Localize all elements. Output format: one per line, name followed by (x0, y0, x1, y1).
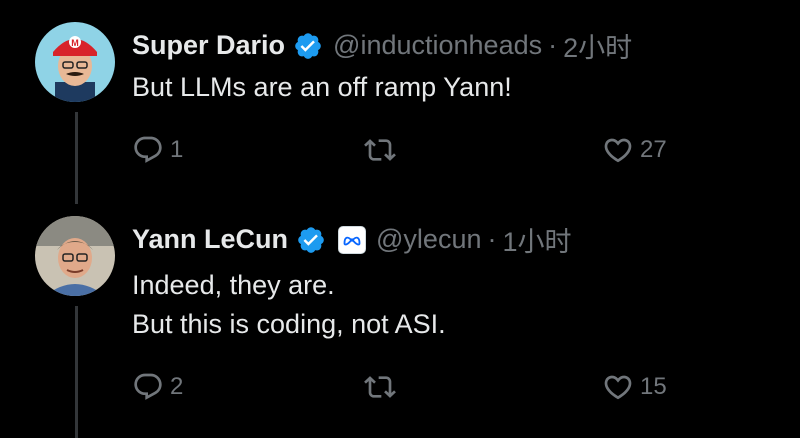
retweet-icon (364, 139, 396, 161)
display-name[interactable]: Yann LeCun (132, 224, 288, 255)
reply-count: 2 (170, 373, 184, 400)
meta-logo-icon[interactable] (338, 225, 367, 254)
like-button[interactable]: 15 (602, 371, 667, 403)
thread-line-1 (75, 112, 78, 204)
avatar[interactable] (35, 216, 115, 296)
user-handle[interactable]: @ylecun (376, 224, 481, 255)
yann-avatar-image (35, 216, 115, 296)
heart-icon (604, 138, 632, 163)
reply-icon (134, 373, 162, 400)
tweet-actions: 1 27 (132, 134, 692, 174)
tweet-text-line-2: But this is coding, not ASI. (132, 309, 446, 339)
retweet-icon (364, 376, 396, 398)
thread-line-2 (75, 306, 78, 438)
tweet-actions: 2 15 (132, 371, 692, 411)
retweet-button[interactable] (364, 134, 402, 166)
tweet-text: But LLMs are an off ramp Yann! (132, 68, 512, 107)
verified-badge-icon[interactable] (296, 225, 326, 255)
separator-dot: · (548, 30, 558, 60)
display-name[interactable]: Super Dario (132, 30, 285, 61)
tweet-text: Indeed, they are. But this is coding, no… (132, 266, 446, 344)
tweet-header: Yann LeCun @ylecun · 1小时 (132, 220, 572, 259)
reply-icon (134, 136, 162, 163)
heart-icon (604, 375, 632, 400)
verified-badge-icon[interactable] (293, 31, 323, 61)
like-count: 27 (640, 136, 667, 163)
like-count: 15 (640, 373, 667, 400)
like-button[interactable]: 27 (602, 134, 667, 166)
timestamp[interactable]: 1小时 (502, 220, 571, 259)
user-handle[interactable]: @inductionheads (333, 30, 542, 61)
reply-button[interactable]: 2 (132, 371, 183, 403)
tweet-text-line-1: Indeed, they are. (132, 270, 335, 300)
svg-text:M: M (71, 38, 79, 48)
mario-hat-avatar-image: M (35, 22, 115, 102)
tweet-header: Super Dario @inductionheads · 2小时 (132, 26, 632, 65)
reply-button[interactable]: 1 (132, 134, 183, 166)
timestamp[interactable]: 2小时 (563, 26, 632, 65)
reply-count: 1 (170, 136, 184, 163)
separator-dot: · (487, 224, 497, 254)
retweet-button[interactable] (364, 371, 402, 403)
tweet-text-line: But LLMs are an off ramp Yann! (132, 72, 512, 102)
avatar[interactable]: M (35, 22, 115, 102)
